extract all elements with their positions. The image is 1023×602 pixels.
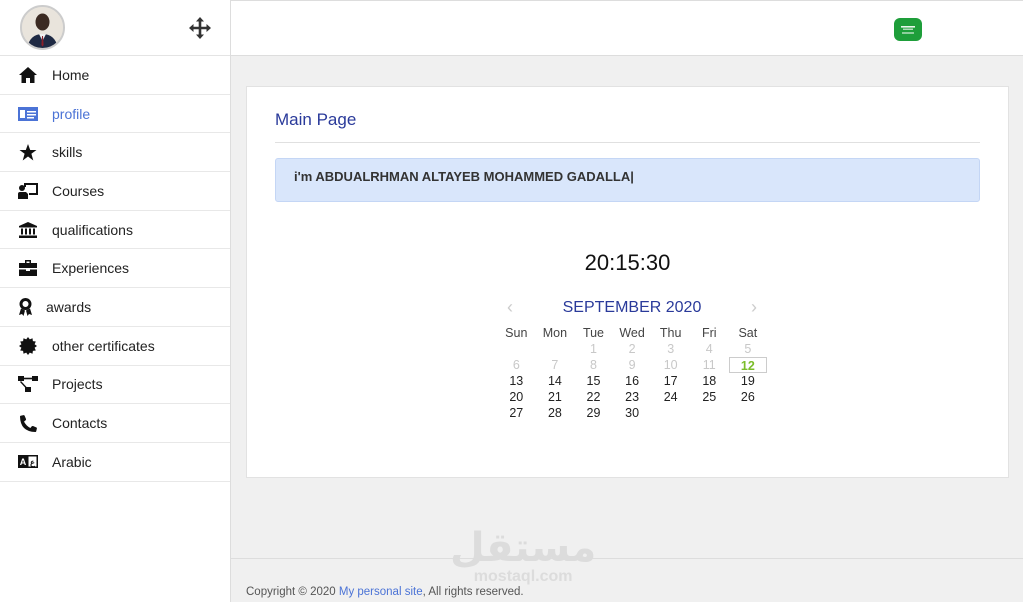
watermark: مستقل mostaql.com: [450, 528, 596, 586]
calendar-day: 6: [512, 358, 520, 372]
certificate-icon: [18, 336, 38, 355]
sidebar-item-qualifications[interactable]: qualifications: [0, 211, 230, 250]
calendar-day-selected[interactable]: 12: [728, 357, 768, 373]
calendar-empty-cell: [536, 341, 575, 357]
intro-alert: i'm ABDUALRHMAN ALTAYEB MOHAMMED GADALLA…: [275, 158, 980, 202]
calendar-day: 4: [705, 342, 713, 356]
calendar-day[interactable]: 24: [651, 389, 690, 405]
sidebar-item-label: profile: [52, 105, 91, 122]
main-card: Main Page i'm ABDUALRHMAN ALTAYEB MOHAMM…: [246, 86, 1009, 478]
calendar-day[interactable]: 16: [613, 373, 652, 389]
divider: [275, 142, 980, 143]
calendar: ‹ SEPTEMBER 2020 › Sun Mon Tue Wed Thu Fri Sat…: [497, 293, 768, 421]
phone-icon: [18, 414, 38, 432]
university-icon: [18, 221, 38, 239]
award-icon: [18, 297, 32, 316]
calendar-day[interactable]: 26: [729, 389, 768, 405]
calendar-day: 2: [628, 342, 636, 356]
calendar-day[interactable]: 14: [536, 373, 575, 389]
sidebar: Home profile skills Courses qualificatio…: [0, 0, 231, 602]
calendar-day[interactable]: 19: [729, 373, 768, 389]
calendar-day: 7: [551, 358, 559, 372]
digital-clock: 20:15:30: [584, 250, 671, 275]
watermark-latin: mostaql.com: [473, 568, 573, 585]
calendar-day: 5: [744, 342, 752, 356]
calendar-grid: Sun Mon Tue Wed Thu Fri Sat 1 2 3 4 5 6 7 8 9 10 11 12 13 14…: [497, 325, 768, 421]
footer-copyright: Copyright © 2020: [246, 586, 339, 598]
top-bar: [231, 0, 1023, 56]
sidebar-item-skills[interactable]: skills: [0, 133, 230, 173]
chalkboard-teacher-icon: [18, 182, 38, 200]
saudi-flag-icon[interactable]: [894, 18, 922, 41]
sidebar-item-label: Projects: [52, 376, 103, 393]
svg-text:ع: ع: [30, 458, 35, 468]
home-icon: [18, 66, 38, 84]
page-title: Main Page: [275, 110, 357, 129]
svg-text:A: A: [20, 457, 27, 467]
sidebar-item-label: Home: [52, 66, 90, 83]
project-diagram-icon: [18, 375, 38, 393]
chevron-right-icon[interactable]: ›: [751, 297, 757, 318]
calendar-day: 3: [667, 342, 675, 356]
briefcase-icon: [18, 259, 38, 277]
footer-divider: [231, 558, 1023, 559]
calendar-day[interactable]: 23: [613, 389, 652, 405]
watermark-arabic: مستقل: [450, 526, 597, 570]
calendar-month-label: SEPTEMBER 2020: [562, 299, 702, 316]
calendar-day: 1: [590, 342, 597, 356]
sidebar-item-label: skills: [52, 144, 83, 161]
calendar-day[interactable]: 21: [536, 389, 575, 405]
calendar-weekday: Fri: [701, 326, 717, 340]
sidebar-item-label: Arabic: [52, 453, 92, 470]
language-icon: Aع: [18, 453, 38, 471]
footer: Copyright © 2020 My personal site, All r…: [246, 586, 524, 598]
calendar-day[interactable]: 27: [497, 405, 536, 421]
calendar-day: 8: [590, 358, 597, 372]
calendar-weekday: Sat: [738, 326, 758, 340]
calendar-day[interactable]: 25: [690, 389, 729, 405]
calendar-empty-cell: [497, 341, 536, 357]
id-card-icon: [18, 105, 38, 123]
calendar-weekday: Thu: [659, 326, 682, 340]
calendar-header: ‹ SEPTEMBER 2020 ›: [497, 293, 767, 319]
calendar-weekday: Tue: [582, 326, 605, 340]
footer-rights: , All rights reserved.: [422, 586, 524, 598]
sidebar-item-courses[interactable]: Courses: [0, 172, 230, 211]
calendar-day[interactable]: 13: [497, 373, 536, 389]
chevron-left-icon[interactable]: ‹: [507, 297, 513, 318]
sidebar-item-label: Courses: [52, 182, 105, 199]
calendar-day[interactable]: 29: [574, 405, 613, 421]
footer-site-link[interactable]: My personal site: [339, 586, 423, 598]
calendar-day: 10: [663, 358, 678, 372]
sidebar-item-label: awards: [46, 298, 92, 315]
sidebar-item-label: other certificates: [52, 337, 155, 354]
sidebar-item-experiences[interactable]: Experiences: [0, 249, 230, 289]
sidebar-header: [0, 0, 230, 56]
calendar-day[interactable]: 30: [613, 405, 652, 421]
sidebar-item-label: qualifications: [52, 221, 133, 238]
calendar-day: 11: [702, 358, 716, 372]
sidebar-item-awards[interactable]: awards: [0, 288, 230, 327]
sidebar-item-arabic[interactable]: Aع Arabic: [0, 443, 230, 482]
sidebar-item-other-certificates[interactable]: other certificates: [0, 327, 230, 366]
calendar-day[interactable]: 18: [690, 373, 729, 389]
sidebar-item-projects[interactable]: Projects: [0, 366, 230, 405]
calendar-weekday: Sun: [505, 326, 528, 340]
star-icon: [18, 143, 38, 161]
calendar-day[interactable]: 28: [536, 405, 575, 421]
calendar-day[interactable]: 20: [497, 389, 536, 405]
sidebar-item-contacts[interactable]: Contacts: [0, 404, 230, 443]
calendar-day[interactable]: 17: [651, 373, 690, 389]
sidebar-item-home[interactable]: Home: [0, 56, 230, 95]
sidebar-item-profile[interactable]: profile: [0, 95, 230, 134]
calendar-weekday: Wed: [619, 326, 645, 340]
sidebar-item-label: Contacts: [52, 415, 108, 432]
calendar-weekday: Mon: [542, 326, 568, 340]
move-icon[interactable]: [188, 16, 212, 40]
calendar-day[interactable]: 22: [574, 389, 613, 405]
calendar-day[interactable]: 15: [574, 373, 613, 389]
sidebar-item-label: Experiences: [52, 260, 130, 277]
calendar-day: 9: [628, 358, 636, 372]
avatar[interactable]: [20, 5, 65, 50]
